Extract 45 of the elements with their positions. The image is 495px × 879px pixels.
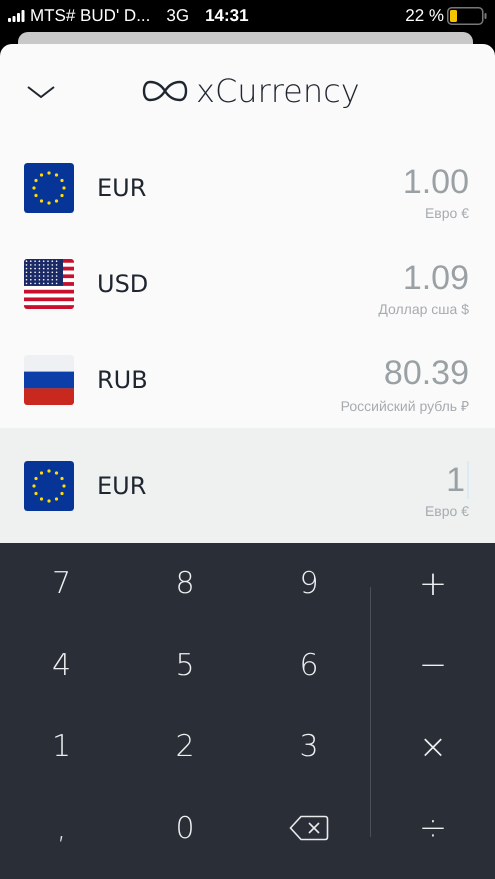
battery-icon [447,7,487,25]
eu-flag-icon [24,163,74,213]
currency-name: Евро € [424,502,469,518]
eu-flag-icon [24,460,74,510]
digit-key[interactable]: 9 [247,543,371,624]
clock: 14:31 [205,6,249,26]
digit-key[interactable]: 1 [0,706,123,788]
app-title: xCurrency [196,72,360,110]
digit-key[interactable]: 8 [123,543,247,624]
network-type: 3G [166,6,190,26]
digit-key[interactable]: 3 [247,706,371,788]
currency-code: EUR [97,472,148,500]
digit-key[interactable]: 2 [123,706,247,788]
digit-key[interactable]: , [0,788,123,869]
currency-code: RUB [97,366,149,394]
digit-key[interactable]: 5 [123,624,247,706]
backspace-icon[interactable] [289,815,329,842]
digit-key[interactable]: 4 [0,624,123,706]
operator-key[interactable]: − [371,624,495,706]
operator-key[interactable]: ÷ [371,788,495,869]
amount: 80.39 [384,354,469,392]
currency-code: USD [97,270,150,298]
operator-key[interactable]: + [371,543,495,624]
signal-icon [8,10,26,22]
currency-row[interactable]: EUR 1 Евро € [0,428,495,543]
currency-row[interactable]: RUB 80.39 Российский рубль ₽ [0,332,495,428]
digit-key[interactable]: 0 [123,788,247,869]
currency-row[interactable]: USD 1.09 Доллар сша $ [0,236,495,332]
chevron-down-icon[interactable] [26,85,56,99]
us-flag-icon [24,259,74,309]
russia-flag-icon [24,355,74,405]
operator-key[interactable]: × [371,706,495,788]
carrier-name: MTS# BUD' D... [30,6,150,26]
currency-name: Евро € [424,205,469,221]
digit-key[interactable]: 6 [247,624,371,706]
currency-row[interactable]: EUR 1.00 Евро € [0,140,495,236]
currency-name: Доллар сша $ [378,301,469,317]
battery-percent: 22 % [405,6,444,26]
amount: 1.00 [402,163,469,202]
currency-code: EUR [97,174,148,202]
currency-name: Российский рубль ₽ [340,396,469,414]
amount: 1.09 [402,259,469,298]
digit-key[interactable]: 7 [0,543,123,624]
amount: 1 [446,460,465,500]
infinity-logo-icon [142,79,188,103]
